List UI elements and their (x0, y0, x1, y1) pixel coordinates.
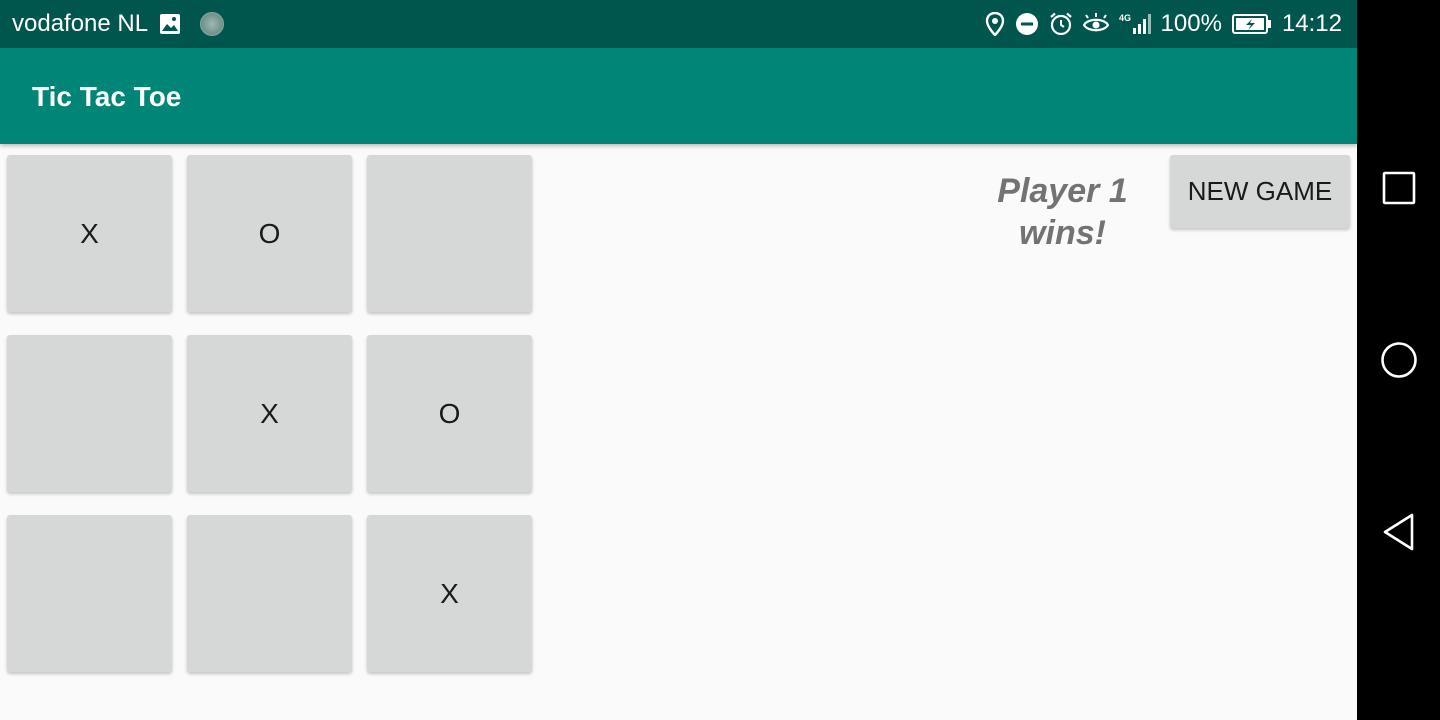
game-result-text: Player 1 wins! (997, 172, 1128, 252)
app-screen: vodafone NL 4G 100% 14:12 Tic Tac Toe X … (0, 0, 1357, 720)
image-icon (159, 13, 181, 35)
board-cell-r1-c2[interactable]: O (187, 155, 352, 312)
board-cell-r2-c3[interactable]: O (367, 335, 532, 492)
carrier-name: vodafone NL (12, 10, 149, 37)
sync-dot-icon (200, 12, 224, 36)
clock: 14:12 (1281, 10, 1342, 37)
board-cell-r2-c2[interactable]: X (187, 335, 352, 492)
system-nav-bar (1357, 0, 1440, 720)
status-icons: 4G 100% 14:12 (985, 0, 1342, 48)
recents-square-icon[interactable] (1357, 148, 1440, 228)
board-cell-r1-c3[interactable] (367, 155, 532, 312)
home-circle-icon[interactable] (1357, 320, 1440, 400)
board-cell-r1-c1[interactable]: X (7, 155, 172, 312)
eye-comfort-icon (1082, 12, 1109, 36)
svg-text:4G: 4G (1119, 13, 1131, 23)
do-not-disturb-icon (1015, 12, 1039, 36)
battery-percent: 100% (1160, 10, 1222, 37)
new-game-button[interactable]: NEW GAME (1170, 155, 1350, 228)
alarm-icon (1049, 12, 1073, 36)
board-cell-r3-c3[interactable]: X (367, 515, 532, 672)
board-cell-r2-c1[interactable] (7, 335, 172, 492)
app-title: Tic Tac Toe (32, 81, 182, 112)
status-bar: vodafone NL 4G 100% 14:12 (0, 0, 1357, 48)
back-triangle-icon[interactable] (1357, 492, 1440, 572)
app-bar: Tic Tac Toe (0, 48, 1357, 144)
battery-charging-icon (1231, 13, 1272, 35)
board-cell-r3-c1[interactable] (7, 515, 172, 672)
board-cell-r3-c2[interactable] (187, 515, 352, 672)
signal-icon: 4G (1119, 12, 1151, 36)
location-icon (985, 12, 1005, 36)
